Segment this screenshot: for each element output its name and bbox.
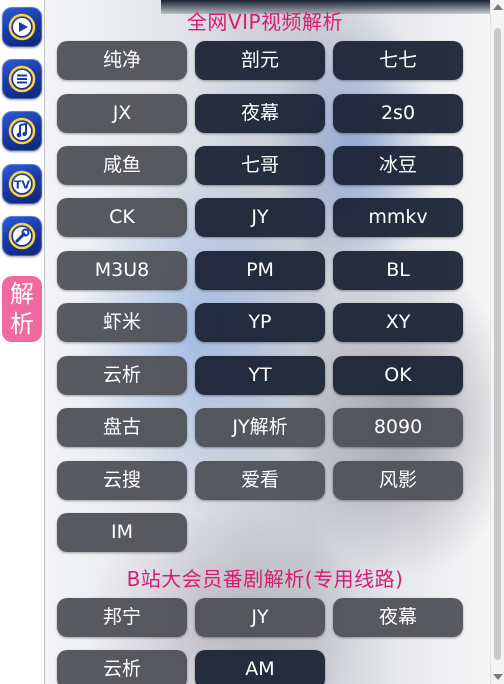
parse-button[interactable]: 夜幕 [195,94,325,133]
tab-parse[interactable]: 解 析 [2,276,42,342]
svg-text:TV: TV [14,179,31,192]
section-title-bilibili: B站大会员番剧解析(专用线路) [126,567,404,591]
parse-button[interactable]: YP [195,303,325,342]
tab-parse-label-1: 解 [10,280,34,308]
music-icon[interactable] [2,111,42,151]
parse-button[interactable]: 剖元 [195,41,325,80]
parse-button[interactable]: 邦宁 [57,598,187,637]
parse-button[interactable]: IM [57,513,187,552]
parse-button[interactable]: M3U8 [57,251,187,290]
parse-button[interactable]: YT [195,356,325,395]
parse-button[interactable]: 冰豆 [333,146,463,185]
parse-button[interactable]: mmkv [333,198,463,237]
parse-button[interactable]: 云析 [57,650,187,684]
parse-button[interactable]: 盘古 [57,408,187,447]
scrollbar[interactable] [490,0,504,684]
parse-button[interactable]: 8090 [333,408,463,447]
parse-button[interactable]: 风影 [333,461,463,500]
section-title-vip: 全网VIP视频解析 [186,10,344,34]
parse-button[interactable]: 七哥 [195,146,325,185]
parse-button[interactable]: 七七 [333,41,463,80]
scrollbar-thumb[interactable] [494,28,501,660]
scroll-down-icon[interactable] [493,674,503,680]
parse-button[interactable]: JX [57,94,187,133]
parse-button[interactable]: XY [333,303,463,342]
parse-button[interactable]: JY解析 [195,408,325,447]
parse-button[interactable]: AM [195,650,325,684]
parse-button[interactable]: 2s0 [333,94,463,133]
parse-button[interactable]: BL [333,251,463,290]
sidebar-rail: TV 解 析 [0,0,46,684]
parse-button[interactable]: 虾米 [57,303,187,342]
tab-parse-label-2: 析 [10,310,34,338]
parse-button[interactable]: 咸鱼 [57,146,187,185]
parse-button[interactable]: 云析 [57,356,187,395]
tv-icon[interactable]: TV [2,164,42,204]
parse-button[interactable]: JY [195,598,325,637]
parse-button[interactable]: 纯净 [57,41,187,80]
parse-button[interactable]: CK [57,198,187,237]
list-icon[interactable] [2,59,42,99]
play-icon[interactable] [2,7,42,47]
parse-button[interactable]: OK [333,356,463,395]
wrench-icon[interactable] [2,216,42,256]
parse-button[interactable]: 云搜 [57,461,187,500]
parse-button[interactable]: 夜幕 [333,598,463,637]
scroll-up-icon[interactable] [493,4,503,10]
parse-panel: 全网VIP视频解析 纯净 剖元 七七 JX 夜幕 2s0 咸鱼 七哥 冰豆 CK… [44,0,491,684]
parse-button[interactable]: PM [195,251,325,290]
parse-button[interactable]: JY [195,198,325,237]
parse-button[interactable]: 爱看 [195,461,325,500]
